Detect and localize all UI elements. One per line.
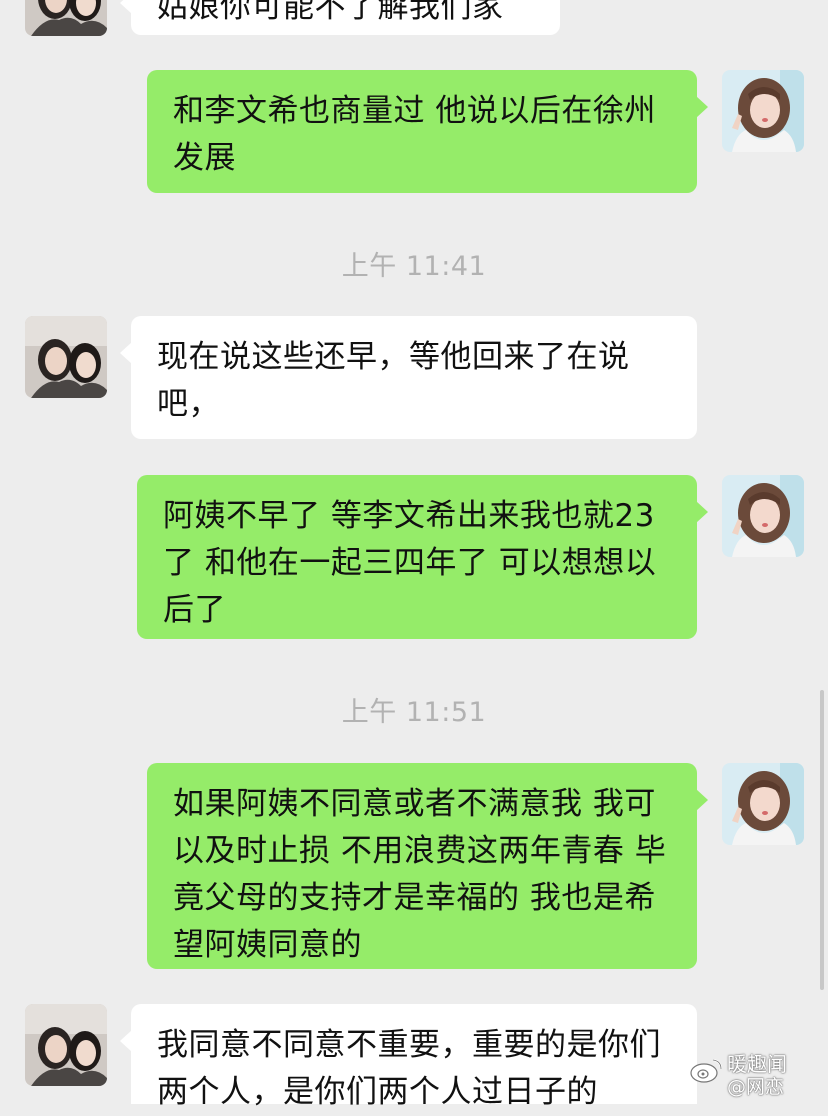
message-text: 阿姨不早了 等李文希出来我也就23了 和他在一起三四年了 可以想想以后了 — [163, 498, 657, 628]
message-bubble-sent[interactable]: 阿姨不早了 等李文希出来我也就23了 和他在一起三四年了 可以想想以后了 — [137, 475, 708, 639]
my-avatar[interactable] — [722, 475, 804, 557]
message-text: 和李文希也商量过 他说以后在徐州发展 — [173, 93, 656, 176]
message-bubble-sent[interactable]: 和李文希也商量过 他说以后在徐州发展 — [147, 70, 708, 193]
my-avatar[interactable] — [722, 70, 804, 152]
scrollbar[interactable] — [820, 690, 824, 990]
chat-history[interactable]: 姑娘你可能不了解我们家 和李文希也商量过 他说以后在徐州发展 上午 11:41 — [0, 0, 828, 1110]
contact-avatar[interactable] — [25, 1004, 107, 1086]
timestamp: 上午 11:41 — [341, 251, 487, 282]
message-text: 如果阿姨不同意或者不满意我 我可以及时止损 不用浪费这两年青春 毕竟父母的支持才… — [173, 786, 667, 963]
watermark: 暖趣闻 @网恋 — [685, 1050, 820, 1098]
weibo-logo-icon — [690, 1059, 722, 1083]
contact-avatar[interactable] — [25, 0, 107, 36]
watermark-handle: @网恋 — [727, 1076, 785, 1098]
timestamp: 上午 11:51 — [341, 697, 487, 728]
message-text: 现在说这些还早，等他回来了在说吧， — [157, 339, 630, 422]
message-bubble-received[interactable]: 我同意不同意不重要，重要的是你们两个人，是你们两个人过日子的 — [120, 1004, 697, 1110]
contact-avatar[interactable] — [25, 316, 107, 398]
message-bubble-received[interactable]: 姑娘你可能不了解我们家 — [120, 0, 560, 35]
my-avatar[interactable] — [722, 763, 804, 845]
message-bubble-received[interactable]: 现在说这些还早，等他回来了在说吧， — [120, 316, 697, 439]
message-text: 我同意不同意不重要，重要的是你们两个人，是你们两个人过日子的 — [157, 1027, 661, 1110]
message-bubble-sent[interactable]: 如果阿姨不同意或者不满意我 我可以及时止损 不用浪费这两年青春 毕竟父母的支持才… — [147, 763, 708, 969]
message-text: 姑娘你可能不了解我们家 — [157, 0, 504, 25]
